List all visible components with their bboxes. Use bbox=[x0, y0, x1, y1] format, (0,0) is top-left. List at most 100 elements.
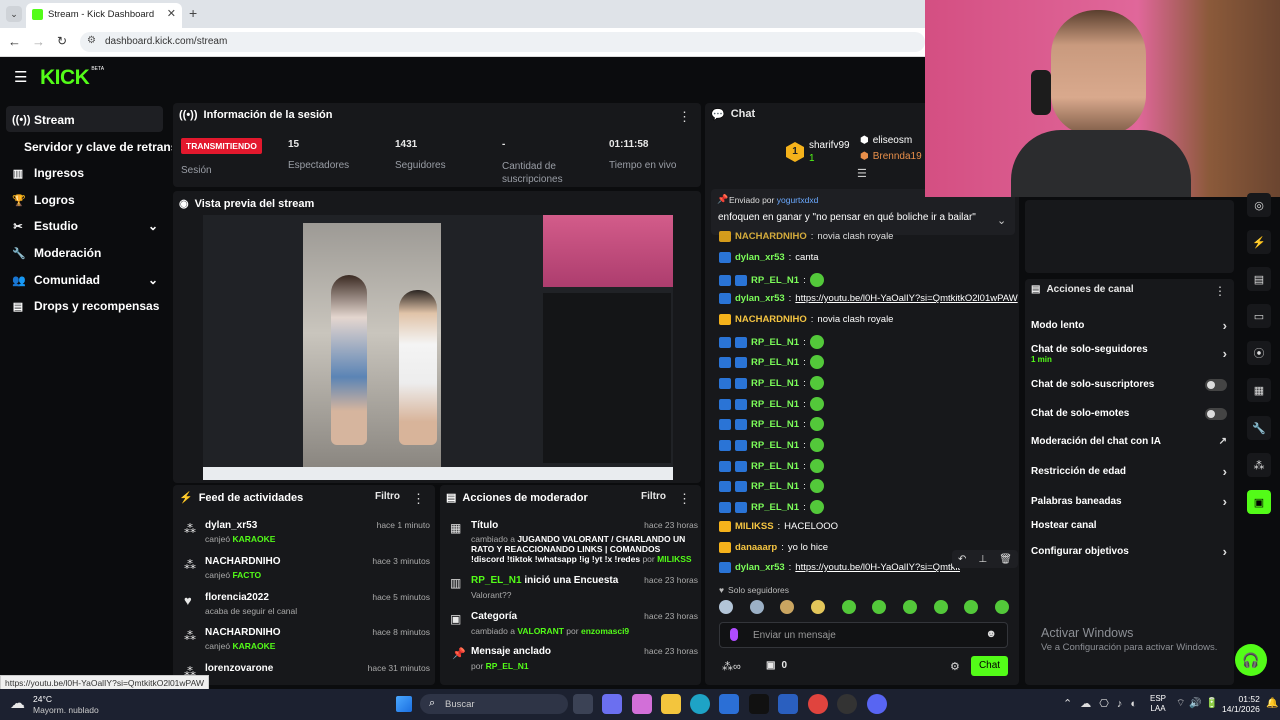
feed-user[interactable]: dylan_xr53 bbox=[205, 520, 257, 531]
windows-start-icon[interactable] bbox=[396, 696, 412, 712]
emote-icon[interactable] bbox=[964, 600, 979, 614]
delete-icon[interactable]: 🗑 bbox=[999, 554, 1012, 565]
tiktok-icon[interactable] bbox=[749, 694, 769, 714]
emote-icon[interactable] bbox=[902, 600, 917, 614]
tray-status[interactable]: ⌔🔊🔋 bbox=[1176, 697, 1222, 710]
chat-message[interactable]: RP_EL_N1: bbox=[719, 335, 824, 349]
kick-logo[interactable]: KICK BETA bbox=[40, 66, 104, 90]
chat-message[interactable]: RP_EL_N1: bbox=[719, 355, 824, 369]
support-button[interactable]: 🎧 bbox=[1235, 644, 1267, 676]
obs-icon[interactable] bbox=[837, 694, 857, 714]
emotes-only-toggle[interactable] bbox=[1205, 408, 1227, 420]
discord-icon[interactable] bbox=[867, 694, 887, 714]
chat-message[interactable]: RP_EL_N1: bbox=[719, 397, 824, 411]
filter-button[interactable]: Filtro bbox=[641, 491, 666, 502]
chat-message[interactable]: dylan_xr53: https://youtu.be/l0H-YaOalIY?… bbox=[719, 293, 1018, 304]
followers-only-row[interactable]: Chat de solo-seguidores 1 min › bbox=[1031, 344, 1227, 364]
chat-username[interactable]: RP_EL_N1 bbox=[751, 275, 799, 286]
chat-message[interactable]: RP_EL_N1: bbox=[719, 459, 824, 473]
feed-user[interactable]: NACHARDNIHO bbox=[205, 627, 281, 638]
broadcast-icon[interactable]: ⦿ bbox=[1247, 341, 1271, 365]
chat-message[interactable]: RP_EL_N1: bbox=[719, 273, 824, 287]
points-icon[interactable]: ⁂ bbox=[1247, 453, 1271, 477]
emote-icon[interactable] bbox=[872, 600, 887, 614]
chat-input[interactable]: Enviar un mensaje ☻ bbox=[719, 622, 1008, 648]
sidebar-item-estudio[interactable]: ✂ Estudio ⌄ bbox=[12, 219, 158, 233]
layout-icon[interactable]: ▦ bbox=[1247, 378, 1271, 402]
subs-only-row[interactable]: Chat de solo-suscriptores bbox=[1031, 379, 1227, 391]
edge-icon[interactable] bbox=[690, 694, 710, 714]
notification-icon[interactable]: 🔔 bbox=[1266, 698, 1278, 709]
stream-preview-video[interactable] bbox=[203, 215, 673, 480]
teams-icon[interactable] bbox=[602, 694, 622, 714]
emote-icon[interactable] bbox=[780, 600, 795, 614]
sidebar-item-logros[interactable]: 🏆 Logros bbox=[12, 193, 75, 207]
feed-user[interactable]: florencia2022 bbox=[205, 592, 269, 603]
file-explorer-icon[interactable] bbox=[661, 694, 681, 714]
chat-username[interactable]: NACHARDNIHO bbox=[735, 231, 807, 242]
emote-icon[interactable] bbox=[719, 600, 733, 614]
chrome-icon[interactable] bbox=[808, 694, 828, 714]
emoji-icon[interactable]: ☻ bbox=[985, 628, 997, 640]
forward-icon[interactable]: → bbox=[32, 34, 45, 49]
collapse-icon[interactable]: ☰ bbox=[857, 167, 867, 180]
emote-icon[interactable] bbox=[994, 600, 1009, 614]
chat-message[interactable]: dylan_xr53: canta bbox=[719, 252, 819, 263]
more-icon[interactable]: ⋮ bbox=[678, 109, 691, 125]
chat-username[interactable]: RP_EL_N1 bbox=[751, 357, 799, 368]
chat-message[interactable]: RP_EL_N1: bbox=[719, 479, 824, 493]
chat-username[interactable]: RP_EL_N1 bbox=[751, 481, 799, 492]
chat-username[interactable]: dylan_xr53 bbox=[735, 293, 785, 304]
clipboard-icon[interactable]: ▤ bbox=[1247, 267, 1271, 291]
chat-link[interactable]: https://youtu.be/l0H-YaOalIY?si=QmtkitkO… bbox=[795, 562, 960, 573]
emote-icon[interactable] bbox=[810, 600, 825, 614]
chat-username[interactable]: RP_EL_N1 bbox=[751, 399, 799, 410]
sidebar-item-drops[interactable]: ▤ Drops y recompensas bbox=[12, 299, 160, 313]
sidebar-item-comunidad[interactable]: 👥 Comunidad ⌄ bbox=[12, 273, 158, 287]
chat-message[interactable]: RP_EL_N1: bbox=[719, 376, 824, 390]
site-info-icon[interactable]: ⚙ bbox=[87, 35, 96, 46]
chat-message[interactable]: NACHARDNIHO: novia clash royale bbox=[719, 231, 893, 242]
clock[interactable]: 01:52 14/1/2026 bbox=[1222, 694, 1260, 714]
app-icon[interactable] bbox=[778, 694, 798, 714]
chat-username[interactable]: MILIKSS bbox=[735, 521, 774, 532]
feed-user[interactable]: lorenzovarone bbox=[205, 663, 273, 674]
mic-icon[interactable] bbox=[730, 628, 738, 641]
chat-message[interactable]: RP_EL_N1: bbox=[719, 438, 824, 452]
wrench-icon[interactable]: 🔧 bbox=[1247, 416, 1271, 440]
age-restriction-row[interactable]: Restricción de edad › bbox=[1031, 464, 1227, 479]
sidebar-item-ingresos[interactable]: ▥ Ingresos bbox=[12, 166, 84, 180]
chat-message[interactable]: NACHARDNIHO: novia clash royale bbox=[719, 314, 893, 325]
chat-message[interactable]: MILIKSS: HACELOOO bbox=[719, 521, 838, 532]
chat-message[interactable]: RP_EL_N1: bbox=[719, 417, 824, 431]
chevron-down-icon[interactable]: ⌄ bbox=[997, 214, 1006, 227]
store-icon[interactable] bbox=[719, 694, 739, 714]
bolt-icon[interactable]: ⚡ bbox=[1247, 230, 1271, 254]
points-icon[interactable]: ⁂∞ bbox=[722, 660, 741, 673]
chat-username[interactable]: RP_EL_N1 bbox=[751, 419, 799, 430]
camera-icon[interactable]: ◎ bbox=[1247, 193, 1271, 217]
subs-only-toggle[interactable] bbox=[1205, 379, 1227, 391]
chat-icon[interactable]: ▭ bbox=[1247, 304, 1271, 328]
chat-username[interactable]: RP_EL_N1 bbox=[751, 337, 799, 348]
more-icon[interactable]: ⋮ bbox=[678, 491, 691, 507]
emote-icon[interactable] bbox=[749, 600, 764, 614]
browser-tab[interactable]: Stream - Kick Dashboard ✕ bbox=[26, 3, 182, 28]
taskbar-search[interactable]: ⌕ Buscar bbox=[420, 694, 568, 714]
language-indicator[interactable]: ESP LAA bbox=[1150, 694, 1166, 714]
hamburger-icon[interactable]: ☰ bbox=[14, 68, 27, 86]
chat-username[interactable]: RP_EL_N1 bbox=[751, 440, 799, 451]
chat-username[interactable]: NACHARDNIHO bbox=[735, 314, 807, 325]
more-icon[interactable]: ⋮ bbox=[1214, 284, 1226, 298]
more-icon[interactable]: ⋮ bbox=[412, 491, 425, 507]
chat-settings-icon[interactable]: ⚙ bbox=[950, 660, 960, 673]
goals-row[interactable]: Configurar objetivos › bbox=[1031, 544, 1227, 559]
filter-button[interactable]: Filtro bbox=[375, 491, 400, 502]
slow-mode-row[interactable]: Modo lento › bbox=[1031, 318, 1227, 333]
pin-icon[interactable]: ⊥ bbox=[978, 554, 987, 565]
chat-username[interactable]: RP_EL_N1 bbox=[751, 378, 799, 389]
kick-icon[interactable]: ▣ bbox=[1247, 490, 1271, 514]
back-icon[interactable]: ← bbox=[8, 34, 21, 49]
top-gifter-2[interactable]: ⬢ eliseosm bbox=[860, 135, 912, 146]
emote-icon[interactable] bbox=[841, 600, 856, 614]
